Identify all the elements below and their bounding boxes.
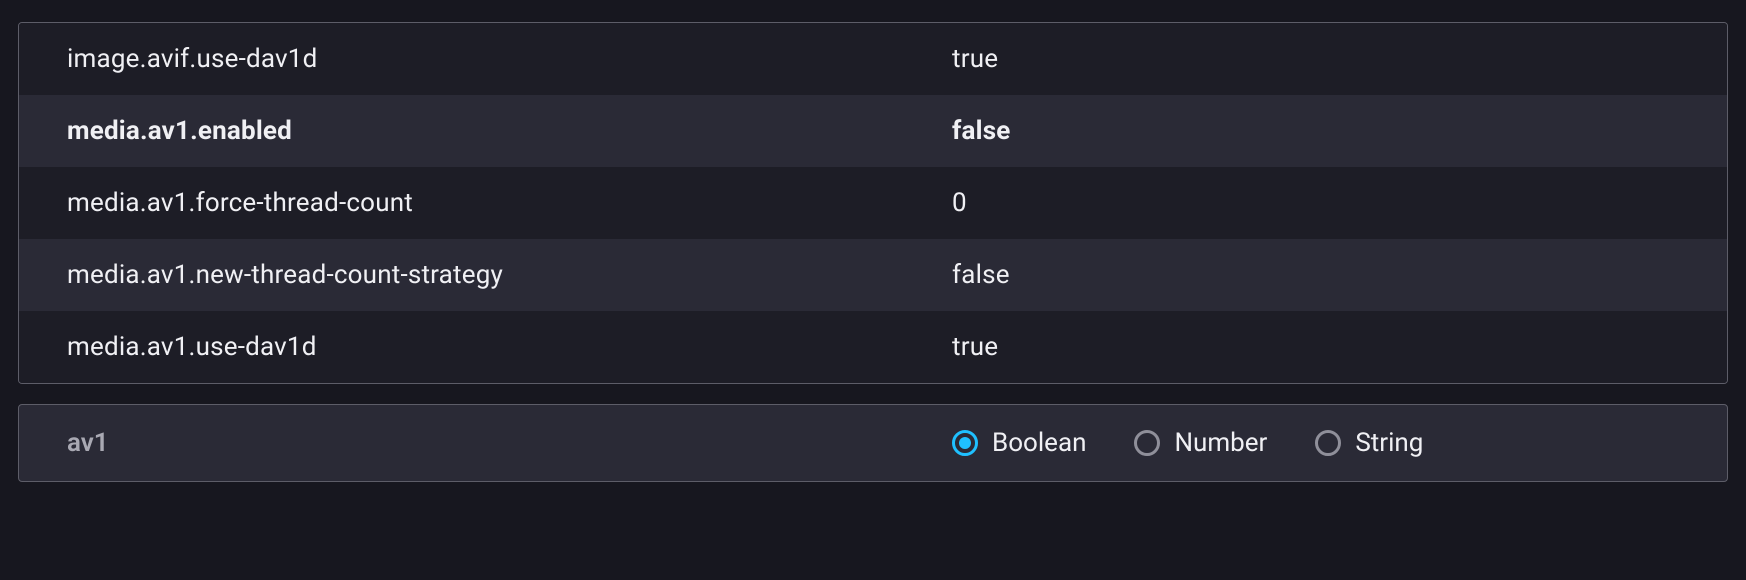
- pref-value: false: [952, 116, 1679, 146]
- pref-value: false: [952, 260, 1679, 290]
- pref-name: media.av1.new-thread-count-strategy: [67, 260, 952, 290]
- pref-value: true: [952, 44, 1679, 74]
- radio-icon: [1134, 430, 1160, 456]
- pref-value: 0: [952, 188, 1679, 218]
- radio-icon: [952, 430, 978, 456]
- pref-value: true: [952, 332, 1679, 362]
- pref-row[interactable]: media.av1.new-thread-count-strategy fals…: [19, 239, 1727, 311]
- type-label: Number: [1174, 428, 1267, 458]
- pref-row[interactable]: media.av1.force-thread-count 0: [19, 167, 1727, 239]
- new-pref-name: av1: [67, 428, 952, 458]
- pref-name: media.av1.enabled: [67, 116, 952, 146]
- type-option-boolean[interactable]: Boolean: [952, 428, 1086, 458]
- pref-name: media.av1.force-thread-count: [67, 188, 952, 218]
- add-pref-panel: av1 Boolean Number String: [18, 404, 1728, 482]
- radio-icon: [1315, 430, 1341, 456]
- type-label: String: [1355, 428, 1423, 458]
- type-radio-group: Boolean Number String: [952, 428, 1423, 458]
- pref-row[interactable]: media.av1.enabled false: [19, 95, 1727, 167]
- pref-list: image.avif.use-dav1d true media.av1.enab…: [18, 22, 1728, 384]
- type-option-string[interactable]: String: [1315, 428, 1423, 458]
- pref-name: media.av1.use-dav1d: [67, 332, 952, 362]
- pref-row[interactable]: media.av1.use-dav1d true: [19, 311, 1727, 383]
- type-option-number[interactable]: Number: [1134, 428, 1267, 458]
- pref-row[interactable]: image.avif.use-dav1d true: [19, 23, 1727, 95]
- type-label: Boolean: [992, 428, 1086, 458]
- pref-name: image.avif.use-dav1d: [67, 44, 952, 74]
